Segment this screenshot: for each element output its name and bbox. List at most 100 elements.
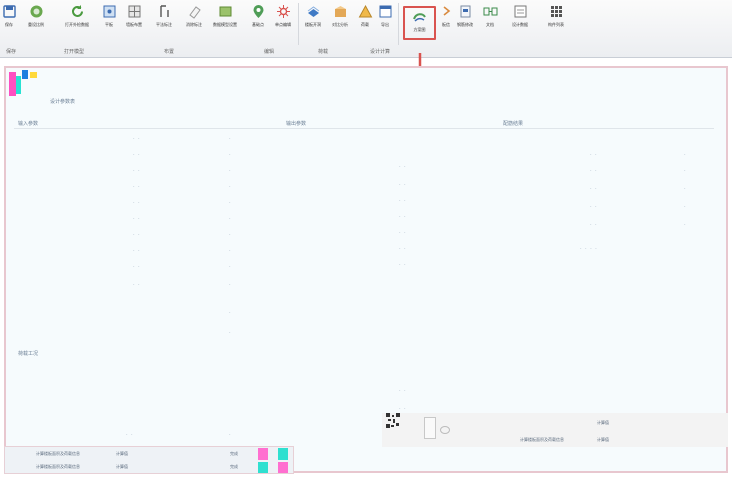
param-placeholder: · ·	[590, 168, 598, 174]
param-placeholder: · ·	[133, 152, 141, 158]
status-badge	[258, 448, 268, 460]
param-placeholder: · ·	[133, 232, 141, 238]
wall-panel-icon	[127, 4, 142, 19]
param-placeholder: ·	[229, 264, 232, 270]
grid-list-icon	[549, 4, 564, 19]
ribbon-group-labels: 保存 打开模型 布置 编辑 荷载 设计计算	[0, 46, 732, 56]
rebar-edit-button[interactable]: 钢筋修改	[453, 4, 477, 40]
load-button[interactable]: 荷载	[356, 4, 374, 40]
param-placeholder: · ·	[590, 222, 598, 228]
param-placeholder: · ·	[133, 264, 141, 270]
param-placeholder: ·	[229, 168, 232, 174]
model-settings-button[interactable]: 数据模型设置	[208, 4, 242, 40]
panel-button[interactable]: 平板	[102, 4, 116, 40]
divider	[14, 128, 714, 129]
save-button[interactable]: 保存	[2, 4, 16, 40]
scheme-button[interactable]: 方案图	[403, 6, 436, 40]
rebar-edit-icon	[458, 4, 473, 19]
slab-hole-icon	[306, 4, 321, 19]
annotate-button[interactable]: 平法标注	[150, 4, 178, 40]
param-placeholder: · ·	[399, 198, 407, 204]
param-placeholder: ·	[229, 248, 232, 254]
point-edit-button[interactable]: 单点编辑	[272, 4, 294, 40]
param-placeholder: · ·	[133, 200, 141, 206]
erase-icon	[187, 4, 202, 19]
param-placeholder: · ·	[399, 164, 407, 170]
table-row[interactable]: 计算楼板面积及荷载信息 计算值 完成	[4, 447, 294, 460]
model-settings-icon	[218, 4, 233, 19]
param-placeholder: · ·	[399, 388, 407, 394]
param-placeholder: ·	[684, 186, 687, 192]
table-row[interactable]: 计算楼板面积及荷载信息 计算值	[382, 433, 728, 446]
param-placeholder: · ·	[399, 214, 407, 220]
param-placeholder: · ·	[133, 216, 141, 222]
compare-icon	[333, 4, 348, 19]
param-placeholder: · ·	[590, 152, 598, 158]
param-placeholder: ·	[229, 184, 232, 190]
reset-button[interactable]: 重设比例	[24, 4, 48, 40]
slab-info-icon	[439, 4, 454, 19]
status-badge	[278, 462, 288, 473]
design-data-icon	[513, 4, 528, 19]
param-placeholder: ·	[229, 136, 232, 142]
param-placeholder: · ·	[133, 168, 141, 174]
param-placeholder: ·	[684, 152, 687, 158]
app-logo	[22, 70, 28, 79]
slab-info-button[interactable]: 板信	[440, 4, 452, 40]
param-placeholder: · ·	[399, 406, 407, 412]
param-placeholder: ·	[684, 168, 687, 174]
param-placeholder: · ·	[399, 246, 407, 252]
group-label: 布置	[164, 49, 175, 55]
param-placeholder: ·	[229, 432, 232, 438]
app-logo	[16, 76, 21, 94]
status-badge	[278, 448, 288, 460]
scheme-icon	[412, 9, 427, 24]
group-label: 保存	[6, 49, 17, 55]
param-placeholder: · ·	[133, 184, 141, 190]
panel-icon	[102, 4, 117, 19]
param-placeholder: ·	[229, 216, 232, 222]
section-title: 设计参数表	[50, 99, 76, 105]
open-data-button[interactable]: 打开外检数据	[60, 4, 94, 40]
status-badge	[258, 462, 268, 473]
map-pin-icon	[251, 4, 266, 19]
load-icon	[358, 4, 373, 19]
annotation-icon	[157, 4, 172, 19]
param-placeholder: · ·	[133, 282, 141, 288]
group-separator	[398, 3, 399, 45]
param-placeholder: · ·	[399, 262, 407, 268]
export-button[interactable]: 导出	[376, 4, 394, 40]
doc-button[interactable]: 文档	[480, 4, 500, 40]
app-logo	[9, 72, 16, 96]
group-label: 设计计算	[370, 49, 391, 55]
wall-panel-button[interactable]: 墙板布置	[121, 4, 147, 40]
compare-button[interactable]: 对比分析	[328, 4, 352, 40]
param-placeholder: ·	[229, 282, 232, 288]
group-label: 荷载	[318, 49, 329, 55]
reset-icon	[29, 4, 44, 19]
param-placeholder: · ·	[133, 248, 141, 254]
param-placeholder: ·	[684, 204, 687, 210]
column-header: 输出参数	[286, 121, 307, 127]
param-placeholder: ·	[229, 310, 232, 316]
base-point-button[interactable]: 基础点	[248, 4, 268, 40]
group-separator	[298, 3, 299, 45]
param-placeholder: · ·	[399, 182, 407, 188]
table-row[interactable]: 计算楼板面积及荷载信息 计算值 完成	[4, 460, 294, 473]
column-header: 输入参数	[18, 121, 39, 127]
group-label: 编辑	[264, 49, 275, 55]
erase-button[interactable]: 消除标注	[182, 4, 206, 40]
param-placeholder: · ·	[399, 230, 407, 236]
refresh-open-icon	[70, 4, 85, 19]
export-icon	[378, 4, 393, 19]
doc-icon	[483, 4, 498, 19]
slab-hole-button[interactable]: 楼板开洞	[300, 4, 326, 40]
param-placeholder: ·	[684, 222, 687, 228]
param-placeholder: · ·	[590, 204, 598, 210]
param-placeholder: ·	[229, 330, 232, 336]
design-data-button[interactable]: 设计数据	[503, 4, 537, 40]
component-list-button[interactable]: 构件列表	[543, 4, 569, 40]
app-logo	[30, 72, 37, 78]
table-row[interactable]: 计算值	[382, 416, 728, 429]
param-placeholder: ·	[229, 200, 232, 206]
